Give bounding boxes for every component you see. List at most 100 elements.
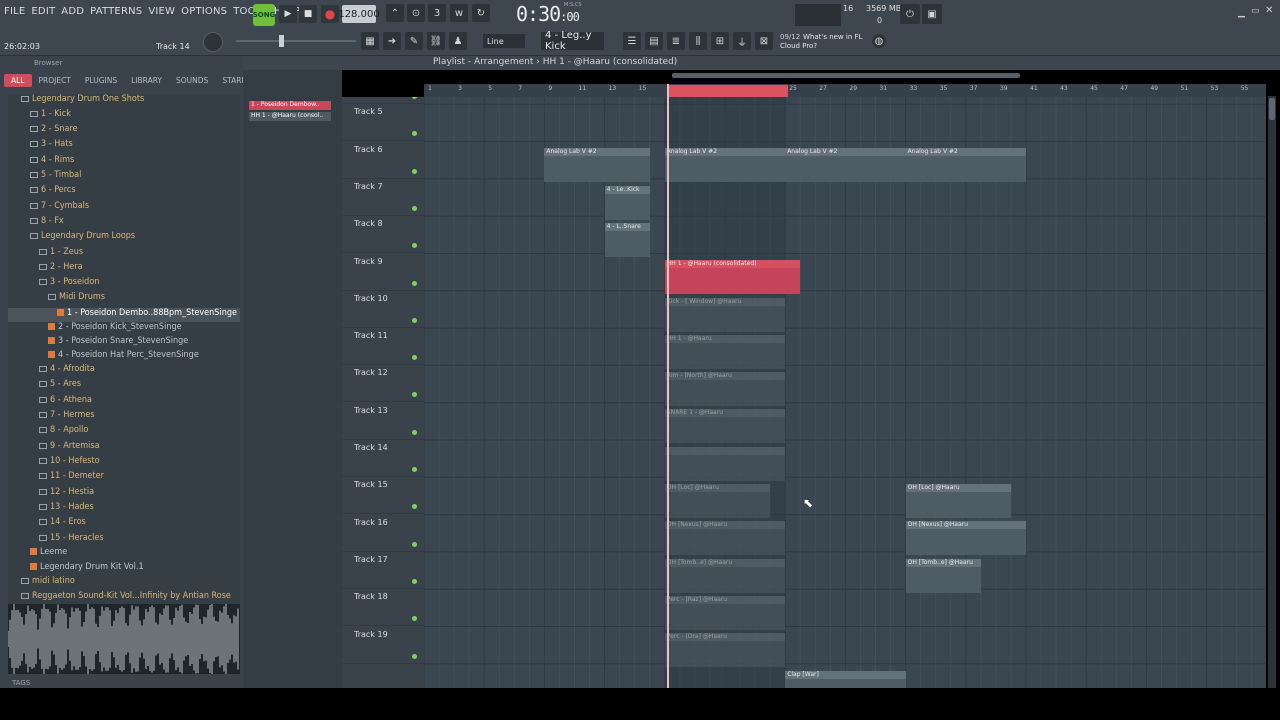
horizontal-scrollbar[interactable] bbox=[672, 73, 1020, 78]
playlist-clip[interactable]: Rim - [North] @Haaru bbox=[664, 372, 786, 407]
browser-tab-sounds[interactable]: SOUNDS bbox=[169, 74, 215, 87]
browser-folder-item[interactable]: 5 - Ares bbox=[8, 379, 240, 393]
playlist-clip[interactable]: 4 - Le..Kick bbox=[604, 185, 650, 220]
track-mute-led[interactable] bbox=[412, 504, 417, 510]
track-mute-led[interactable] bbox=[412, 131, 417, 137]
menu-edit[interactable]: EDIT bbox=[31, 6, 55, 17]
playhead[interactable] bbox=[667, 84, 669, 688]
track-header[interactable]: Track 14 bbox=[342, 440, 424, 477]
snap-selector[interactable]: Line bbox=[483, 34, 525, 48]
track-mute-led[interactable] bbox=[412, 616, 417, 622]
track-header[interactable]: Track 7 bbox=[342, 179, 424, 216]
draw-tool-button[interactable]: ✎ bbox=[405, 32, 423, 50]
playlist-clip[interactable]: Analog Lab V #2 bbox=[785, 148, 906, 183]
playlist-button[interactable]: ☰ bbox=[623, 32, 641, 50]
master-volume-knob[interactable] bbox=[203, 32, 223, 52]
track-mute-led[interactable] bbox=[412, 392, 417, 398]
master-pitch-handle[interactable] bbox=[279, 35, 284, 47]
track-header[interactable]: Track 6 bbox=[342, 142, 424, 179]
song-mode-button[interactable]: SONG bbox=[253, 4, 275, 26]
track-mute-led[interactable] bbox=[412, 280, 417, 286]
track-mute-led[interactable] bbox=[412, 578, 417, 584]
browser-folder-item[interactable]: 1 - Kick bbox=[8, 109, 240, 123]
browser-file-item[interactable]: Legendary Drum Kit Vol.1 bbox=[8, 562, 240, 576]
playlist-clip[interactable]: OH [Nexus] @Haaru bbox=[905, 521, 1026, 556]
playlist-clip[interactable]: OH [Tomb..e] @Haaru bbox=[905, 558, 981, 593]
track-mute-led[interactable] bbox=[412, 355, 417, 361]
browser-folder-item[interactable]: 8 - Fx bbox=[8, 216, 240, 230]
piano-roll-button[interactable]: ▤ bbox=[645, 32, 663, 50]
arrow-button[interactable]: ➜ bbox=[383, 32, 401, 50]
track-header[interactable]: Track 9 bbox=[342, 254, 424, 291]
news-subtitle[interactable]: Cloud Pro? bbox=[780, 42, 817, 50]
browser-folder-item[interactable]: 2 - Snare bbox=[8, 124, 240, 138]
track-mute-led[interactable] bbox=[412, 97, 417, 99]
news-icon-button[interactable]: ◍ bbox=[872, 34, 886, 48]
browser-folder-item[interactable]: 13 - Hades bbox=[8, 502, 240, 516]
track-mute-led[interactable] bbox=[412, 243, 417, 249]
arrangement-grid[interactable]: Analog Lab V #2 Analog Lab V #2 Analog Lab… bbox=[424, 97, 1266, 688]
playlist-clip[interactable]: 4 - L..Snare bbox=[604, 222, 650, 257]
track-mute-led[interactable] bbox=[412, 653, 417, 659]
countdown-button[interactable]: 3 bbox=[428, 4, 446, 22]
track-mute-led[interactable] bbox=[412, 317, 417, 323]
playlist-clip[interactable]: OH [Nexus] @Haaru bbox=[664, 521, 786, 556]
loop-record-button[interactable]: ↻ bbox=[472, 4, 490, 22]
timeline-ruler[interactable]: 1357911131517192123252729313335373941434… bbox=[424, 84, 1266, 97]
stop-button[interactable]: ■ bbox=[299, 5, 317, 23]
menu-options[interactable]: OPTIONS bbox=[181, 6, 227, 17]
browser-file-item[interactable]: 1 - Poseidon Dembo..88Bpm_StevenSinge bbox=[8, 308, 240, 322]
power-button[interactable]: ⏻ bbox=[900, 4, 920, 24]
browser-folder-item[interactable]: midi latino bbox=[8, 576, 240, 590]
stamp-button[interactable]: ♟ bbox=[449, 32, 467, 50]
playlist-clip[interactable]: Kick - [ Window] @Haaru bbox=[664, 297, 786, 332]
browser-folder-item[interactable]: 1 - Zeus bbox=[8, 247, 240, 261]
browser-folder-item[interactable]: 6 - Percs bbox=[8, 185, 240, 199]
metronome-button[interactable]: ⌃ bbox=[386, 4, 404, 22]
browser-tab-plugins[interactable]: PLUGINS bbox=[78, 74, 124, 87]
playlist-clip[interactable]: HH 1 - @Haaru bbox=[664, 334, 786, 369]
browser-tab-project[interactable]: PROJECT bbox=[32, 74, 78, 87]
browser-folder-item[interactable]: 9 - Artemisa bbox=[8, 441, 240, 455]
news-title[interactable]: What's new in FL bbox=[803, 33, 862, 41]
browser-file-item[interactable]: 3 - Poseidon Snare_StevenSinge bbox=[8, 336, 240, 350]
playlist-clip[interactable]: OH [Loc] @Haaru bbox=[905, 484, 1011, 518]
browser-file-item[interactable]: 2 - Poseidon Kick_StevenSinge bbox=[8, 322, 240, 336]
track-mute-led[interactable] bbox=[412, 168, 417, 174]
browser-folder-item[interactable]: 5 - Timbal bbox=[8, 170, 240, 184]
play-button[interactable]: ▶ bbox=[279, 5, 297, 23]
browser-folder-item[interactable]: Midi Drums bbox=[8, 292, 240, 306]
browser-folder-item[interactable]: 4 - Rims bbox=[8, 155, 240, 169]
pattern-selector[interactable]: 4 - Leg..y Kick bbox=[541, 30, 604, 52]
track-header[interactable]: Track 10 bbox=[342, 291, 424, 328]
blend-notes-button[interactable]: w bbox=[450, 4, 468, 22]
track-header[interactable]: Track 15 bbox=[342, 477, 424, 515]
track-header[interactable]: Track 16 bbox=[342, 515, 424, 552]
track-mute-led[interactable] bbox=[412, 205, 417, 211]
browser-folder-item[interactable]: 3 - Hats bbox=[8, 139, 240, 153]
browser-folder-item[interactable]: 10 - Hefesto bbox=[8, 456, 240, 470]
browser-folder-item[interactable]: 8 - Apollo bbox=[8, 425, 240, 439]
close-icon[interactable]: ✕ bbox=[1265, 5, 1273, 16]
store-button[interactable]: ⊠ bbox=[755, 32, 773, 50]
browser-folder-item[interactable]: 7 - Cymbals bbox=[8, 201, 240, 215]
track-header[interactable]: Track 12 bbox=[342, 365, 424, 403]
mixer-button[interactable]: ⫼ bbox=[689, 32, 707, 50]
maximize-icon[interactable]: ▭ bbox=[1251, 6, 1260, 16]
track-header[interactable]: Track 19 bbox=[342, 627, 424, 664]
playlist-clip[interactable]: Analog Lab V #2 bbox=[905, 148, 1026, 183]
tempo-display[interactable]: 128.000 bbox=[338, 5, 380, 23]
piano-keys-button[interactable]: ▦ bbox=[361, 32, 379, 50]
browser-button[interactable]: ⊞ bbox=[711, 32, 729, 50]
master-pitch-slider[interactable] bbox=[236, 40, 356, 42]
loop-region[interactable] bbox=[668, 85, 788, 97]
menu-add[interactable]: ADD bbox=[61, 6, 84, 17]
playlist-clip[interactable]: Perc - [Raz] @Haaru bbox=[664, 595, 786, 630]
channel-rack-button[interactable]: ≣ bbox=[667, 32, 685, 50]
playlist-clip[interactable]: Analog Lab V #2 bbox=[664, 148, 786, 183]
sample-waveform-preview[interactable] bbox=[7, 601, 240, 677]
plugin-button[interactable]: ⏚ bbox=[733, 32, 751, 50]
wait-input-button[interactable]: ⊙ bbox=[407, 4, 425, 22]
browser-folder-item[interactable]: 2 - Hera bbox=[8, 262, 240, 276]
browser-folder-item[interactable]: 15 - Heracles bbox=[8, 533, 240, 547]
